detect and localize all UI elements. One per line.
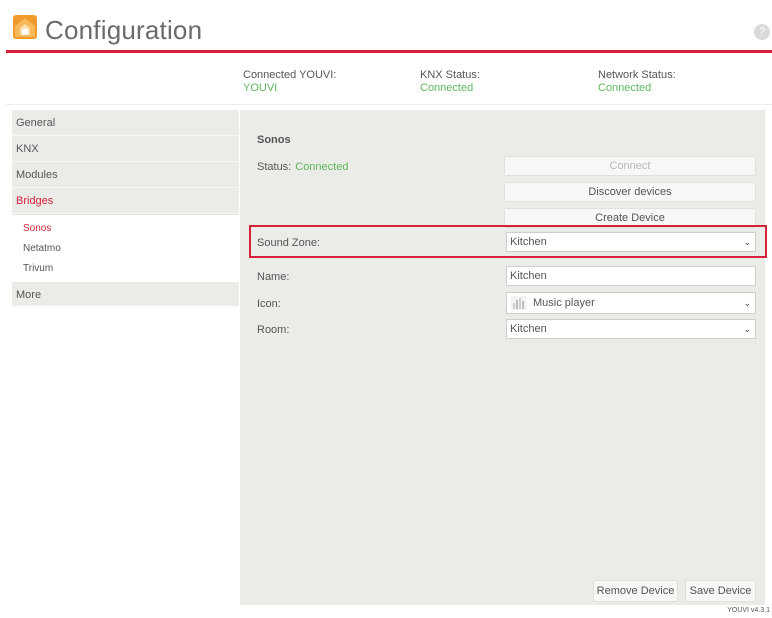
submenu-item-netatmo[interactable]: Netatmo <box>12 239 239 259</box>
icon-label: Icon: <box>257 298 281 310</box>
music-player-icon <box>511 296 527 311</box>
icon-select[interactable]: Music player ⌄ <box>506 292 756 314</box>
chevron-down-icon: ⌄ <box>743 298 751 308</box>
sidebar-item-knx[interactable]: KNX <box>12 136 239 162</box>
sidebar: General KNX Modules Bridges Sonos Netatm… <box>12 110 239 308</box>
sidebar-item-bridges[interactable]: Bridges <box>12 188 239 214</box>
knx-status-label: KNX Status: <box>420 69 480 81</box>
knx-status: KNX Status: Connected <box>420 69 480 95</box>
page-title: Configuration <box>45 15 203 45</box>
name-input[interactable]: Kitchen <box>506 266 756 286</box>
youvi-status-label: Connected YOUVI: <box>243 69 337 81</box>
room-select[interactable]: Kitchen ⌄ <box>506 319 756 339</box>
network-status-label: Network Status: <box>598 69 676 81</box>
room-select-value: Kitchen <box>510 323 547 335</box>
save-device-button[interactable]: Save Device <box>685 580 756 602</box>
bridge-status-value: Connected <box>295 161 349 173</box>
bridges-submenu: Sonos Netatmo Trivum <box>12 214 239 282</box>
youvi-logo-icon <box>13 15 37 39</box>
chevron-down-icon: ⌄ <box>743 324 751 334</box>
youvi-status-value: YOUVI <box>243 82 278 94</box>
remove-device-button[interactable]: Remove Device <box>593 580 678 602</box>
room-label: Room: <box>257 324 290 336</box>
youvi-status: Connected YOUVI: YOUVI <box>243 69 336 95</box>
knx-status-value: Connected <box>420 82 474 94</box>
sidebar-item-general[interactable]: General <box>12 110 239 136</box>
sonos-bridge-panel: Sonos Status: Connected Connect Discover … <box>240 110 765 605</box>
help-icon[interactable]: ? <box>754 24 770 40</box>
connection-status-bar: Connected YOUVI: YOUVI KNX Status: Conne… <box>6 59 772 105</box>
network-status-value: Connected <box>598 82 652 94</box>
submenu-item-trivum[interactable]: Trivum <box>12 259 239 279</box>
discover-devices-button[interactable]: Discover devices <box>504 182 756 202</box>
connect-button[interactable]: Connect <box>504 156 756 176</box>
sidebar-item-more[interactable]: More <box>12 282 239 308</box>
sidebar-item-modules[interactable]: Modules <box>12 162 239 188</box>
submenu-item-sonos[interactable]: Sonos <box>12 219 239 239</box>
bridge-connection-status: Status: Connected <box>257 161 348 173</box>
network-status: Network Status: Connected <box>598 69 676 95</box>
version-label: YOUVI v4.3.1 <box>727 607 770 614</box>
icon-select-value: Music player <box>533 297 595 309</box>
sound-zone-highlight <box>249 225 767 258</box>
bridge-status-label: Status: <box>257 161 292 173</box>
section-title: Sonos <box>257 134 291 146</box>
app-header: Configuration ? <box>6 7 772 53</box>
name-label: Name: <box>257 271 290 283</box>
